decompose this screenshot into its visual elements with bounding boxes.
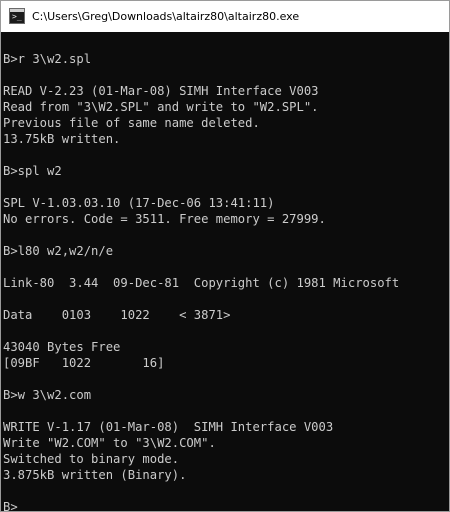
console-line: Data 0103 1022 < 3871> xyxy=(3,307,230,323)
console-line-text: SPL V-1.03.03.10 (17-Dec-06 13:41:11) xyxy=(3,196,275,210)
console-line-text: 43040 Bytes Free xyxy=(3,340,121,354)
console-line: Switched to binary mode. xyxy=(3,451,179,467)
console-line-text: Link-80 3.44 09-Dec-81 Copyright (c) 198… xyxy=(3,276,400,290)
console-line-text: READ V-2.23 (01-Mar-08) SIMH Interface V… xyxy=(3,84,319,98)
console-line-text: 13.75kB written. xyxy=(3,132,121,146)
console-line-text: WRITE V-1.17 (01-Mar-08) SIMH Interface … xyxy=(3,420,334,434)
icon-prompt-glyph: >_ xyxy=(12,12,22,21)
console-line: 13.75kB written. xyxy=(3,131,120,147)
console-line: READ V-2.23 (01-Mar-08) SIMH Interface V… xyxy=(3,83,319,99)
console-line: B>w 3\w2.com xyxy=(3,387,91,403)
console-line: [09BF 1022 16] xyxy=(3,355,164,371)
console-line-text: B> xyxy=(3,500,18,511)
console-window: >_ C:\Users\Greg\Downloads\altairz80\alt… xyxy=(0,0,450,512)
console-line-text: Data 0103 1022 < 3871> xyxy=(3,308,231,322)
console-line-text: B>w 3\w2.com xyxy=(3,388,92,402)
console-line: Read from "3\W2.SPL" and write to "W2.SP… xyxy=(3,99,319,115)
console-line-text: B>l80 w2,w2/n/e xyxy=(3,244,114,258)
console-line: No errors. Code = 3511. Free memory = 27… xyxy=(3,211,326,227)
console-line: 3.875kB written (Binary). xyxy=(3,467,186,483)
console-line-text: No errors. Code = 3511. Free memory = 27… xyxy=(3,212,326,226)
console-line: Previous file of same name deleted. xyxy=(3,115,260,131)
command-prompt-line: B> xyxy=(3,499,27,511)
console-line: WRITE V-1.17 (01-Mar-08) SIMH Interface … xyxy=(3,419,333,435)
console-line-text: Read from "3\W2.SPL" and write to "W2.SP… xyxy=(3,100,319,114)
console-line-text: Switched to binary mode. xyxy=(3,452,180,466)
console-app-icon[interactable]: >_ xyxy=(9,8,25,24)
console-line-text: Write "W2.COM" to "3\W2.COM". xyxy=(3,436,216,450)
console-output[interactable]: B>r 3\w2.spl READ V-2.23 (01-Mar-08) SIMH… xyxy=(1,32,449,511)
console-line: Write "W2.COM" to "3\W2.COM". xyxy=(3,435,216,451)
console-line-text: 3.875kB written (Binary). xyxy=(3,468,187,482)
console-line: SPL V-1.03.03.10 (17-Dec-06 13:41:11) xyxy=(3,195,275,211)
console-line-text: B>r 3\w2.spl xyxy=(3,52,92,66)
console-line: B>r 3\w2.spl xyxy=(3,51,91,67)
console-line-text: B>spl w2 xyxy=(3,164,62,178)
console-line: B>spl w2 xyxy=(3,163,62,179)
console-line: 43040 Bytes Free xyxy=(3,339,120,355)
window-title: C:\Users\Greg\Downloads\altairz80\altair… xyxy=(32,10,300,23)
title-bar[interactable]: >_ C:\Users\Greg\Downloads\altairz80\alt… xyxy=(1,1,449,32)
console-line: B>l80 w2,w2/n/e xyxy=(3,243,113,259)
console-line-text: Previous file of same name deleted. xyxy=(3,116,260,130)
console-line: Link-80 3.44 09-Dec-81 Copyright (c) 198… xyxy=(3,275,399,291)
console-line-text: [09BF 1022 16] xyxy=(3,356,165,370)
